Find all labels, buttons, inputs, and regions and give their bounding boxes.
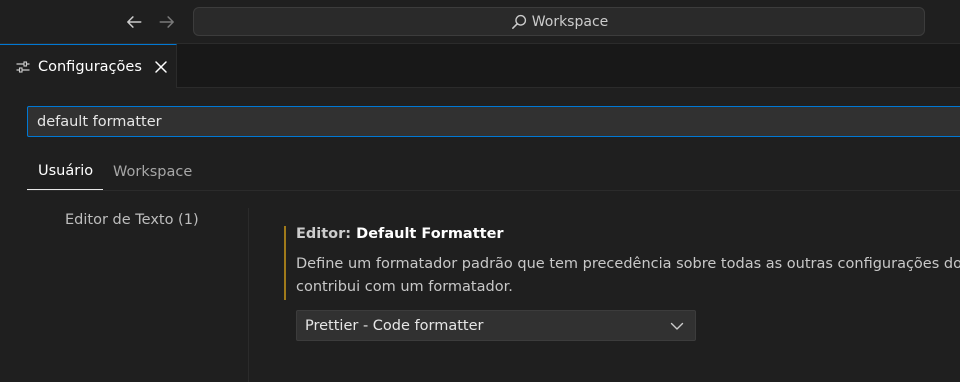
tab-user[interactable]: Usuário xyxy=(27,153,103,190)
settings-sliders-icon xyxy=(15,59,31,75)
close-icon[interactable] xyxy=(153,59,169,75)
tab-workspace-label: Workspace xyxy=(113,163,193,180)
toc-item-label: Editor de Texto (1) xyxy=(65,212,199,228)
tab-user-label: Usuário xyxy=(38,163,94,179)
setting-description-line: Define um formatador padrão que tem prec… xyxy=(296,256,960,272)
tab-label: Configurações xyxy=(38,58,142,75)
tab-workspace[interactable]: Workspace xyxy=(113,153,192,190)
title-bar: Workspace xyxy=(0,0,960,44)
modified-indicator xyxy=(284,226,286,300)
setting-category: Editor: xyxy=(296,226,357,242)
command-center-label: Workspace xyxy=(531,13,609,30)
setting-description: Define um formatador padrão que tem prec… xyxy=(296,253,960,299)
editor-tab-bar: Configurações xyxy=(0,44,960,88)
search-icon xyxy=(511,14,526,29)
tab-settings[interactable]: Configurações xyxy=(0,44,177,88)
toc-item-text-editor[interactable]: Editor de Texto (1) xyxy=(65,212,199,228)
forward-button[interactable] xyxy=(156,11,178,33)
back-button[interactable] xyxy=(123,11,145,33)
settings-scope-tabs: Usuário Workspace xyxy=(27,153,960,191)
chevron-down-icon xyxy=(670,319,684,333)
select-value: Prettier - Code formatter xyxy=(305,317,484,334)
arrow-right-icon xyxy=(159,16,174,28)
default-formatter-select[interactable]: Prettier - Code formatter xyxy=(296,310,696,341)
command-center[interactable]: Workspace xyxy=(193,7,925,36)
setting-description-line: contribui com um formatador. xyxy=(296,279,513,295)
settings-search-input[interactable] xyxy=(27,106,960,137)
toc-divider xyxy=(248,208,249,382)
setting-name: Default Formatter xyxy=(356,226,504,242)
setting-title: Editor: Default Formatter xyxy=(296,226,504,242)
arrow-left-icon xyxy=(127,16,142,28)
